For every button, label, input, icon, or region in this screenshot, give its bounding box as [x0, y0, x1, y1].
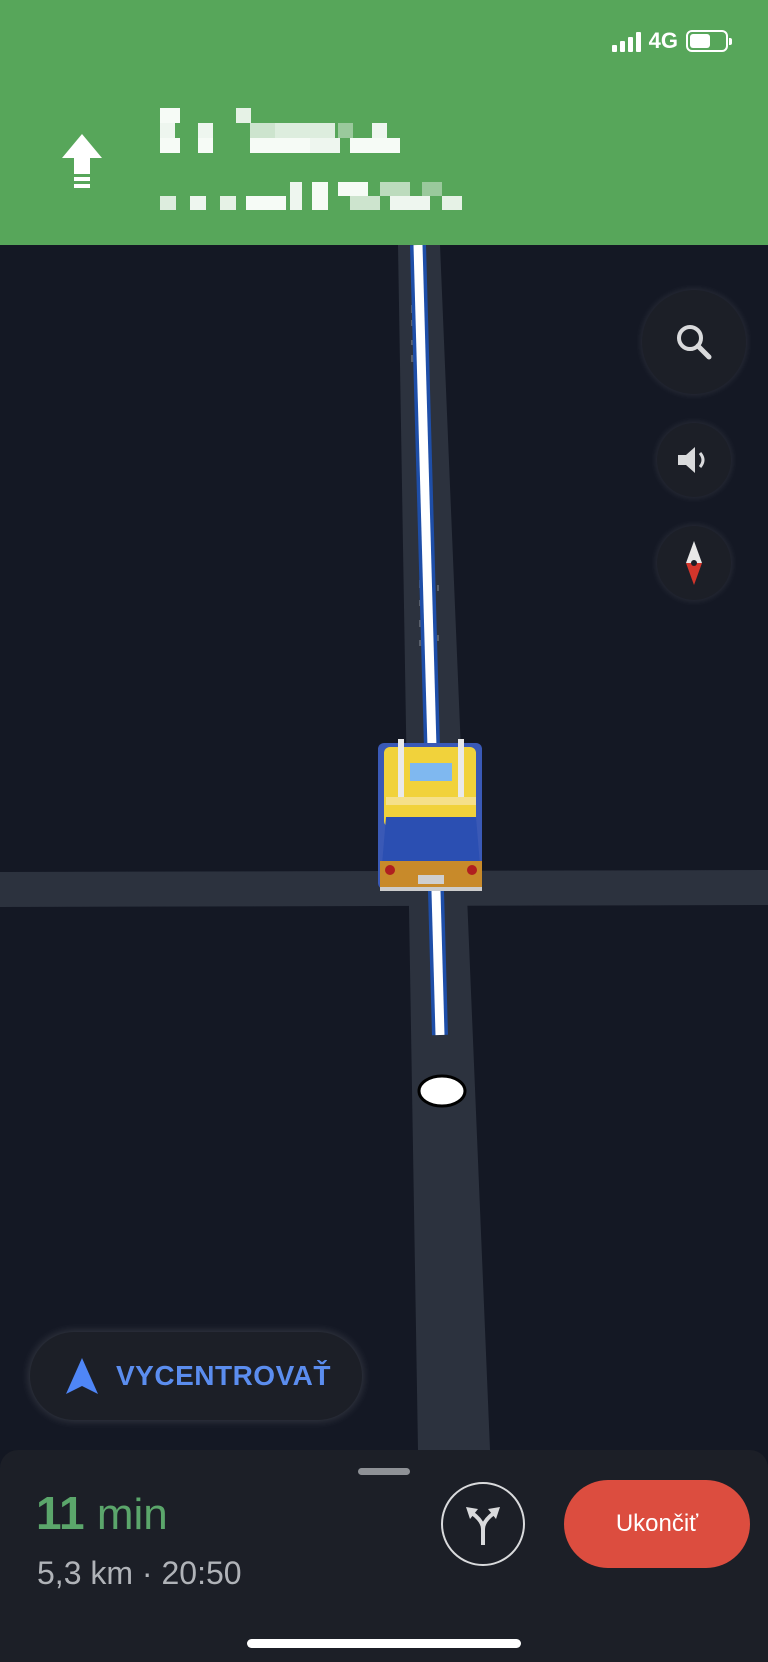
home-indicator[interactable]	[247, 1639, 521, 1648]
navigation-arrow-icon	[66, 1358, 98, 1394]
street-name-redacted	[160, 108, 400, 153]
volume-icon	[678, 447, 705, 473]
street-direction-redacted	[160, 182, 470, 214]
navigation-header: 4G	[0, 0, 768, 245]
straight-arrow-icon	[62, 134, 102, 188]
status-bar: 4G	[611, 28, 732, 54]
battery-icon	[686, 30, 732, 52]
eta-duration-value: 11	[36, 1487, 85, 1539]
map-canvas	[0, 245, 768, 1450]
exit-navigation-button[interactable]: Ukončiť	[564, 1480, 750, 1568]
cellular-signal-icon	[611, 30, 641, 52]
search-icon	[677, 325, 712, 360]
compass-icon	[686, 541, 702, 585]
eta-duration-unit: min	[96, 1490, 168, 1539]
vehicle-marker-icon	[378, 739, 482, 891]
recenter-button[interactable]: VYCENTROVAŤ	[30, 1332, 362, 1420]
eta-duration: 11 min	[36, 1486, 168, 1540]
map-view[interactable]	[0, 245, 768, 1450]
sound-button[interactable]	[657, 423, 731, 497]
alternate-routes-button[interactable]	[441, 1482, 525, 1566]
recenter-label: VYCENTROVAŤ	[116, 1360, 331, 1391]
compass-button[interactable]	[657, 526, 731, 600]
search-button[interactable]	[642, 290, 746, 394]
eta-distance-arrival: 5,3 km · 20:50	[37, 1555, 242, 1591]
alternate-routes-icon	[466, 1507, 500, 1545]
sheet-drag-handle[interactable]	[358, 1468, 410, 1475]
trip-summary-sheet[interactable]: 11 min 5,3 km · 20:50 Ukončiť	[0, 1450, 768, 1662]
network-type-label: 4G	[648, 28, 678, 53]
